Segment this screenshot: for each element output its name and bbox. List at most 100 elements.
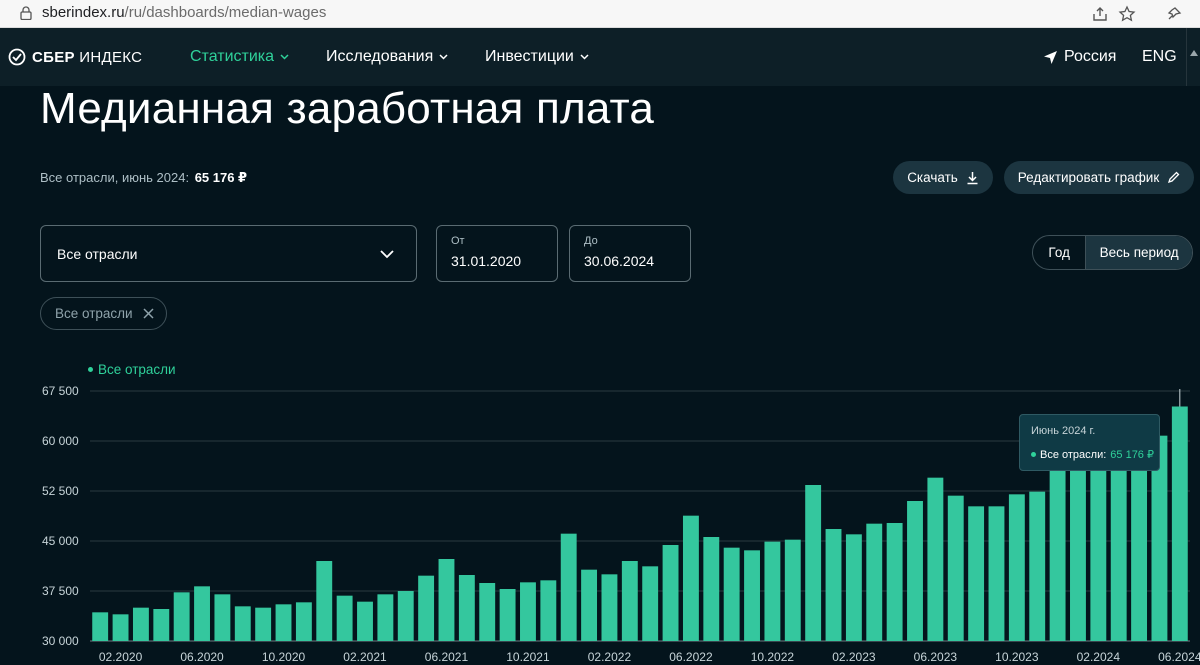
bar-07.2023[interactable]: [947, 495, 964, 641]
url-host: sberindex.ru: [42, 4, 125, 21]
bar-05.2021[interactable]: [418, 575, 435, 641]
bar-04.2023[interactable]: [886, 523, 903, 641]
region-selector[interactable]: Россия: [1043, 48, 1116, 66]
scrollbar[interactable]: [1186, 28, 1200, 86]
bar-10.2020[interactable]: [275, 604, 292, 641]
close-icon[interactable]: [143, 308, 154, 319]
logo-thin-text: ИНДЕКС: [79, 48, 143, 66]
bar-04.2021[interactable]: [397, 591, 414, 641]
nav-investments-label: Инвестиции: [485, 48, 574, 65]
bar-05.2023[interactable]: [907, 501, 923, 641]
bar-08.2023[interactable]: [968, 506, 985, 641]
bar-09.2020[interactable]: [255, 607, 272, 641]
bar-07.2020[interactable]: [214, 594, 231, 641]
industry-select[interactable]: Все отрасли: [40, 225, 417, 282]
bar-06.2023[interactable]: [927, 477, 944, 641]
scroll-up-arrow-icon[interactable]: [1190, 50, 1198, 56]
period-year-option[interactable]: Год: [1033, 236, 1087, 269]
bar-12.2022[interactable]: [805, 485, 822, 641]
bar-11.2022[interactable]: [784, 539, 801, 641]
star-icon[interactable]: [1118, 5, 1136, 23]
x-tick-label: 10.2020: [262, 650, 306, 664]
bar-08.2021[interactable]: [479, 583, 496, 641]
bar-04.2024[interactable]: [1131, 453, 1148, 641]
bar-08.2020[interactable]: [234, 606, 251, 641]
x-tick-label: 02.2022: [588, 650, 632, 664]
bar-05.2022[interactable]: [662, 545, 679, 641]
tooltip-value: 65 176 ₽: [1110, 449, 1154, 461]
bar-09.2023[interactable]: [988, 506, 1005, 641]
current-value-summary: Все отрасли, июнь 2024: 65 176 ₽: [40, 170, 247, 186]
bar-03.2024[interactable]: [1110, 461, 1127, 641]
date-to-field[interactable]: До 30.06.2024: [569, 225, 691, 282]
bar-02.2020[interactable]: [112, 614, 129, 641]
chart-tooltip: Июнь 2024 г. Все отрасли: 65 176 ₽: [1019, 414, 1160, 471]
y-tick-label: 52 500: [42, 484, 79, 498]
bar-06.2022[interactable]: [682, 515, 699, 641]
bar-01.2024[interactable]: [1070, 467, 1086, 641]
bar-03.2023[interactable]: [866, 523, 883, 641]
browser-address-bar: sberindex.ru/ru/dashboards/median-wages: [0, 0, 1200, 28]
bar-07.2021[interactable]: [458, 575, 475, 641]
bar-10.2022[interactable]: [764, 541, 781, 641]
bar-06.2020[interactable]: [194, 586, 210, 641]
region-label: Россия: [1064, 48, 1117, 65]
chip-label: Все отрасли: [55, 306, 133, 321]
url-text[interactable]: sberindex.ru/ru/dashboards/median-wages: [42, 4, 326, 21]
bar-08.2022[interactable]: [723, 547, 740, 641]
bar-09.2021[interactable]: [499, 589, 516, 641]
bar-01.2020[interactable]: [92, 612, 109, 641]
page-title: Медианная заработная плата: [40, 84, 655, 133]
bar-02.2022[interactable]: [601, 574, 618, 641]
y-tick-label: 60 000: [42, 434, 79, 448]
x-tick-label: 10.2021: [506, 650, 550, 664]
bar-11.2023[interactable]: [1029, 491, 1046, 641]
edit-chart-label: Редактировать график: [1017, 170, 1160, 185]
edit-chart-button[interactable]: Редактировать график: [1004, 161, 1194, 194]
x-tick-label: 06.2021: [425, 650, 469, 664]
bar-11.2020[interactable]: [295, 602, 312, 641]
lock-icon: [20, 6, 32, 20]
x-tick-label: 02.2021: [343, 650, 387, 664]
bar-02.2021[interactable]: [357, 601, 373, 641]
bar-12.2020[interactable]: [316, 561, 333, 641]
bar-09.2022[interactable]: [744, 550, 760, 641]
nav-research[interactable]: Исследования: [326, 48, 448, 66]
bar-04.2020[interactable]: [153, 609, 170, 641]
download-button[interactable]: Скачать: [893, 161, 993, 194]
bar-02.2024[interactable]: [1090, 466, 1107, 641]
bar-07.2022[interactable]: [703, 537, 720, 641]
bar-01.2021[interactable]: [336, 595, 353, 641]
sberindex-logo[interactable]: СБЕР ИНДЕКС: [8, 48, 142, 66]
bar-02.2023[interactable]: [845, 534, 862, 641]
date-from-field[interactable]: От 31.01.2020: [436, 225, 558, 282]
bar-06.2021[interactable]: [438, 559, 455, 641]
date-from-label: От: [451, 235, 465, 247]
logo-bold-text: СБЕР: [32, 48, 75, 66]
bar-04.2022[interactable]: [642, 566, 659, 641]
period-all-option[interactable]: Весь период: [1086, 236, 1192, 269]
chart-legend[interactable]: Все отрасли: [88, 362, 176, 377]
y-tick-label: 37 500: [42, 584, 79, 598]
bar-03.2022[interactable]: [621, 561, 638, 641]
bar-01.2023[interactable]: [825, 529, 842, 641]
bar-10.2021[interactable]: [520, 582, 536, 641]
bar-12.2021[interactable]: [560, 533, 577, 641]
bar-10.2023[interactable]: [1008, 494, 1025, 641]
bar-12.2023[interactable]: [1049, 471, 1066, 641]
sber-logo-icon: [8, 48, 26, 66]
extension-icon[interactable]: [1165, 5, 1183, 23]
nav-statistics[interactable]: Статистика: [190, 48, 289, 66]
share-icon[interactable]: [1091, 5, 1109, 23]
x-tick-label: 02.2024: [1077, 650, 1121, 664]
bar-03.2021[interactable]: [377, 594, 394, 641]
bar-01.2022[interactable]: [581, 569, 598, 641]
language-switch[interactable]: ENG: [1142, 48, 1177, 66]
bar-05.2020[interactable]: [173, 592, 190, 641]
pencil-icon: [1168, 171, 1180, 184]
bar-06.2024[interactable]: [1171, 406, 1188, 641]
bar-11.2021[interactable]: [540, 580, 557, 641]
bar-03.2020[interactable]: [132, 607, 149, 641]
nav-investments[interactable]: Инвестиции: [485, 48, 589, 66]
x-tick-label: 10.2023: [995, 650, 1039, 664]
